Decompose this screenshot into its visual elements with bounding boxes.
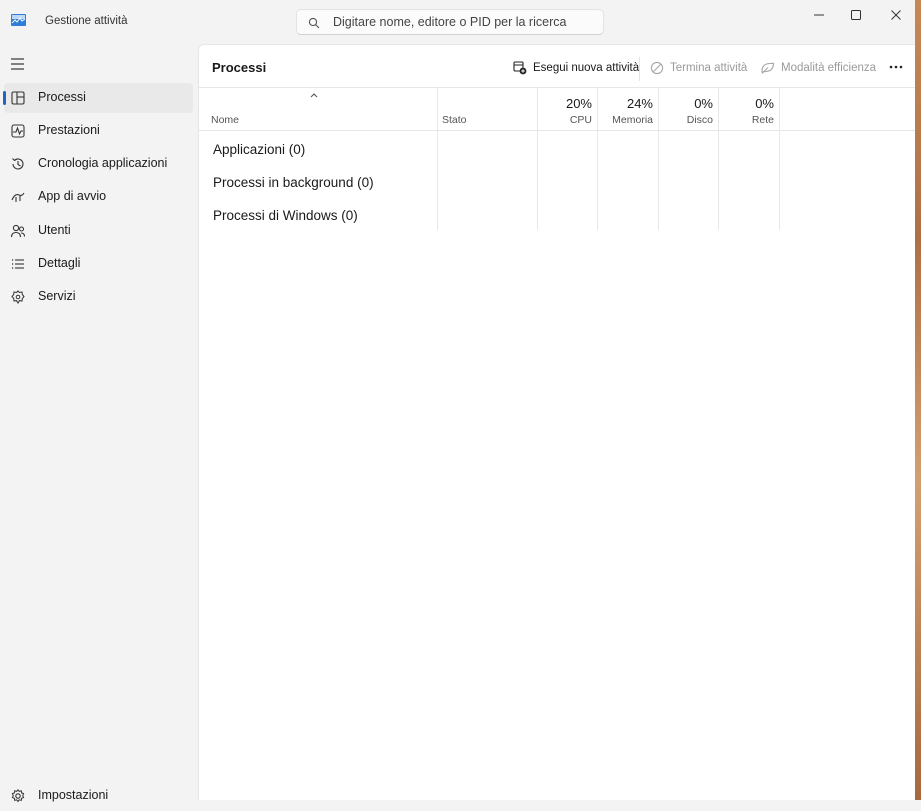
end-task-label: Termina attività — [670, 62, 748, 74]
users-icon — [10, 224, 26, 238]
sidebar-item-processi[interactable]: Processi — [3, 83, 193, 113]
sidebar-item-utenti[interactable]: Utenti — [4, 216, 193, 246]
toolbar-divider — [199, 87, 915, 88]
column-divider — [779, 88, 780, 230]
task-manager-app-icon — [11, 14, 26, 26]
column-header-network[interactable]: Rete — [720, 114, 774, 126]
sidebar-item-label: Utenti — [38, 223, 71, 237]
settings-gear-icon — [11, 789, 25, 803]
services-icon — [11, 290, 25, 304]
sidebar-item-label: Processi — [38, 90, 86, 104]
close-button[interactable] — [883, 6, 909, 24]
sidebar-item-label: Servizi — [38, 289, 76, 303]
group-row-background-processes[interactable]: Processi in background (0) — [213, 175, 374, 190]
network-usage-percent: 0% — [755, 96, 774, 111]
sidebar-item-cronologia-applicazioni[interactable]: Cronologia applicazioni — [4, 149, 193, 179]
search-input[interactable] — [333, 13, 595, 31]
processes-icon — [11, 91, 25, 105]
sidebar-item-prestazioni[interactable]: Prestazioni — [4, 116, 193, 146]
table-header-divider — [199, 130, 915, 131]
page-title: Processi — [212, 60, 267, 75]
search-box[interactable] — [296, 9, 604, 35]
sidebar-item-label: Cronologia applicazioni — [38, 156, 168, 170]
end-task-icon — [650, 61, 664, 75]
more-horizontal-icon — [889, 65, 903, 69]
search-icon — [308, 17, 320, 29]
toolbar-separator — [639, 57, 640, 81]
column-header-cpu[interactable]: CPU — [539, 114, 592, 126]
title-bar: Gestione attività — [0, 0, 915, 44]
task-manager-window: Gestione attività Digitare nome, editore… — [0, 0, 915, 803]
memory-usage-percent: 24% — [626, 96, 653, 111]
startup-icon — [11, 192, 25, 202]
end-task-button[interactable]: Termina attività — [650, 57, 747, 79]
cpu-usage-percent: 20% — [565, 96, 592, 111]
maximize-icon — [851, 10, 861, 20]
column-header-disk[interactable]: Disco — [660, 114, 713, 126]
history-icon — [12, 158, 24, 170]
column-header-name[interactable]: Nome — [211, 114, 239, 126]
minimize-icon — [814, 14, 824, 16]
efficiency-leaf-icon — [761, 62, 775, 74]
efficiency-mode-label: Modalità efficienza — [781, 62, 877, 74]
active-indicator — [3, 91, 6, 105]
column-divider — [718, 88, 719, 230]
window-title: Gestione attività — [45, 15, 128, 27]
main-content: Processi Esegui nuova attività Termina a… — [198, 44, 915, 800]
sidebar-item-dettagli[interactable]: Dettagli — [4, 249, 193, 279]
column-divider — [597, 88, 598, 230]
sidebar-item-impostazioni[interactable]: Impostazioni — [4, 781, 193, 811]
column-divider — [437, 88, 438, 230]
run-new-task-button[interactable]: Esegui nuova attività — [513, 57, 639, 79]
group-row-windows-processes[interactable]: Processi di Windows (0) — [213, 208, 358, 223]
desktop-wallpaper-strip — [915, 0, 921, 800]
close-icon — [891, 10, 901, 20]
disk-usage-percent: 0% — [694, 96, 713, 111]
sort-ascending-chevron-icon[interactable] — [309, 91, 319, 99]
run-new-task-label: Esegui nuova attività — [533, 62, 640, 74]
navigation-sidebar: Processi Prestazioni Cronologia applicaz… — [0, 44, 198, 803]
efficiency-mode-button[interactable]: Modalità efficienza — [760, 57, 876, 79]
maximize-button[interactable] — [843, 6, 869, 24]
group-row-applications[interactable]: Applicazioni (0) — [213, 142, 305, 157]
sidebar-item-label: App di avvio — [38, 189, 107, 203]
hamburger-menu-icon[interactable] — [10, 57, 26, 71]
sidebar-item-label: Dettagli — [38, 256, 81, 270]
minimize-button[interactable] — [806, 6, 832, 24]
column-divider — [658, 88, 659, 230]
performance-icon — [11, 124, 25, 138]
details-icon — [12, 259, 24, 269]
sidebar-item-servizi[interactable]: Servizi — [4, 282, 193, 312]
more-options-button[interactable] — [885, 57, 907, 77]
sidebar-item-app-di-avvio[interactable]: App di avvio — [4, 182, 193, 212]
sidebar-item-label: Prestazioni — [38, 123, 100, 137]
column-divider — [537, 88, 538, 230]
column-header-status[interactable]: Stato — [442, 114, 467, 126]
new-task-icon — [513, 61, 527, 75]
column-header-memory[interactable]: Memoria — [599, 114, 653, 126]
